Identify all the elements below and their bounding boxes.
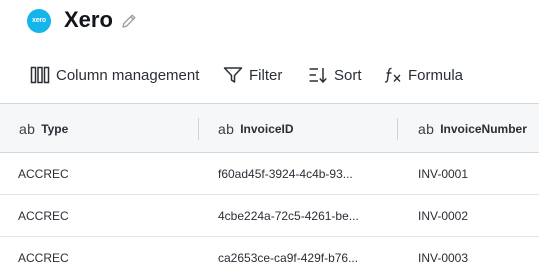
toolbar: Column management Filter Sort Formula — [0, 58, 539, 92]
column-header-label: Type — [41, 121, 69, 136]
columns-icon — [30, 66, 50, 84]
data-grid: ab Type ab InvoiceID ab InvoiceNumber AC… — [0, 103, 539, 272]
column-resize-handle[interactable] — [397, 118, 398, 140]
cell-invoiceid[interactable]: ca2653ce-ca9f-429f-b76... — [218, 237, 358, 272]
formula-label: Formula — [408, 66, 464, 84]
column-management-button[interactable]: Column management — [30, 58, 199, 92]
filter-label: Filter — [249, 66, 283, 84]
cell-invoiceid[interactable]: f60ad45f-3924-4c4b-93... — [218, 153, 353, 195]
page-title: Xero — [64, 7, 113, 32]
cell-invoicenumber[interactable]: INV-0002 — [418, 195, 468, 237]
cell-invoiceid[interactable]: 4cbe224a-72c5-4261-be... — [218, 195, 359, 237]
filter-button[interactable]: Filter — [223, 58, 282, 92]
column-header-type[interactable]: ab Type — [19, 104, 68, 153]
text-type-icon: ab — [218, 120, 235, 137]
table-row[interactable]: ACCREC ca2653ce-ca9f-429f-b76... INV-000… — [0, 237, 539, 272]
formula-icon — [384, 67, 401, 83]
cell-invoicenumber[interactable]: INV-0003 — [418, 237, 468, 272]
cell-type[interactable]: ACCREC — [18, 153, 69, 195]
title-bar: xero Xero — [0, 0, 539, 42]
sort-icon — [309, 68, 327, 84]
column-header-label: InvoiceNumber — [440, 121, 527, 136]
filter-icon — [223, 67, 243, 83]
cell-invoicenumber[interactable]: INV-0001 — [418, 153, 468, 195]
table-row[interactable]: ACCREC 4cbe224a-72c5-4261-be... INV-0002 — [0, 195, 539, 237]
edit-pencil-icon[interactable] — [119, 11, 139, 31]
column-header-invoiceid[interactable]: ab InvoiceID — [218, 104, 294, 153]
xero-logo-icon: xero — [27, 9, 51, 33]
column-header-label: InvoiceID — [240, 121, 294, 136]
table-row[interactable]: ACCREC f60ad45f-3924-4c4b-93... INV-0001 — [0, 153, 539, 195]
cell-type[interactable]: ACCREC — [18, 195, 69, 237]
column-resize-handle[interactable] — [198, 118, 199, 140]
text-type-icon: ab — [418, 120, 435, 137]
column-header-invoicenumber[interactable]: ab InvoiceNumber — [418, 104, 527, 153]
formula-button[interactable]: Formula — [384, 58, 463, 92]
sort-button[interactable]: Sort — [308, 58, 362, 92]
column-management-label: Column management — [56, 66, 200, 84]
sort-label: Sort — [334, 66, 362, 84]
cell-type[interactable]: ACCREC — [18, 237, 69, 272]
grid-header: ab Type ab InvoiceID ab InvoiceNumber — [0, 104, 539, 153]
text-type-icon: ab — [19, 120, 36, 137]
